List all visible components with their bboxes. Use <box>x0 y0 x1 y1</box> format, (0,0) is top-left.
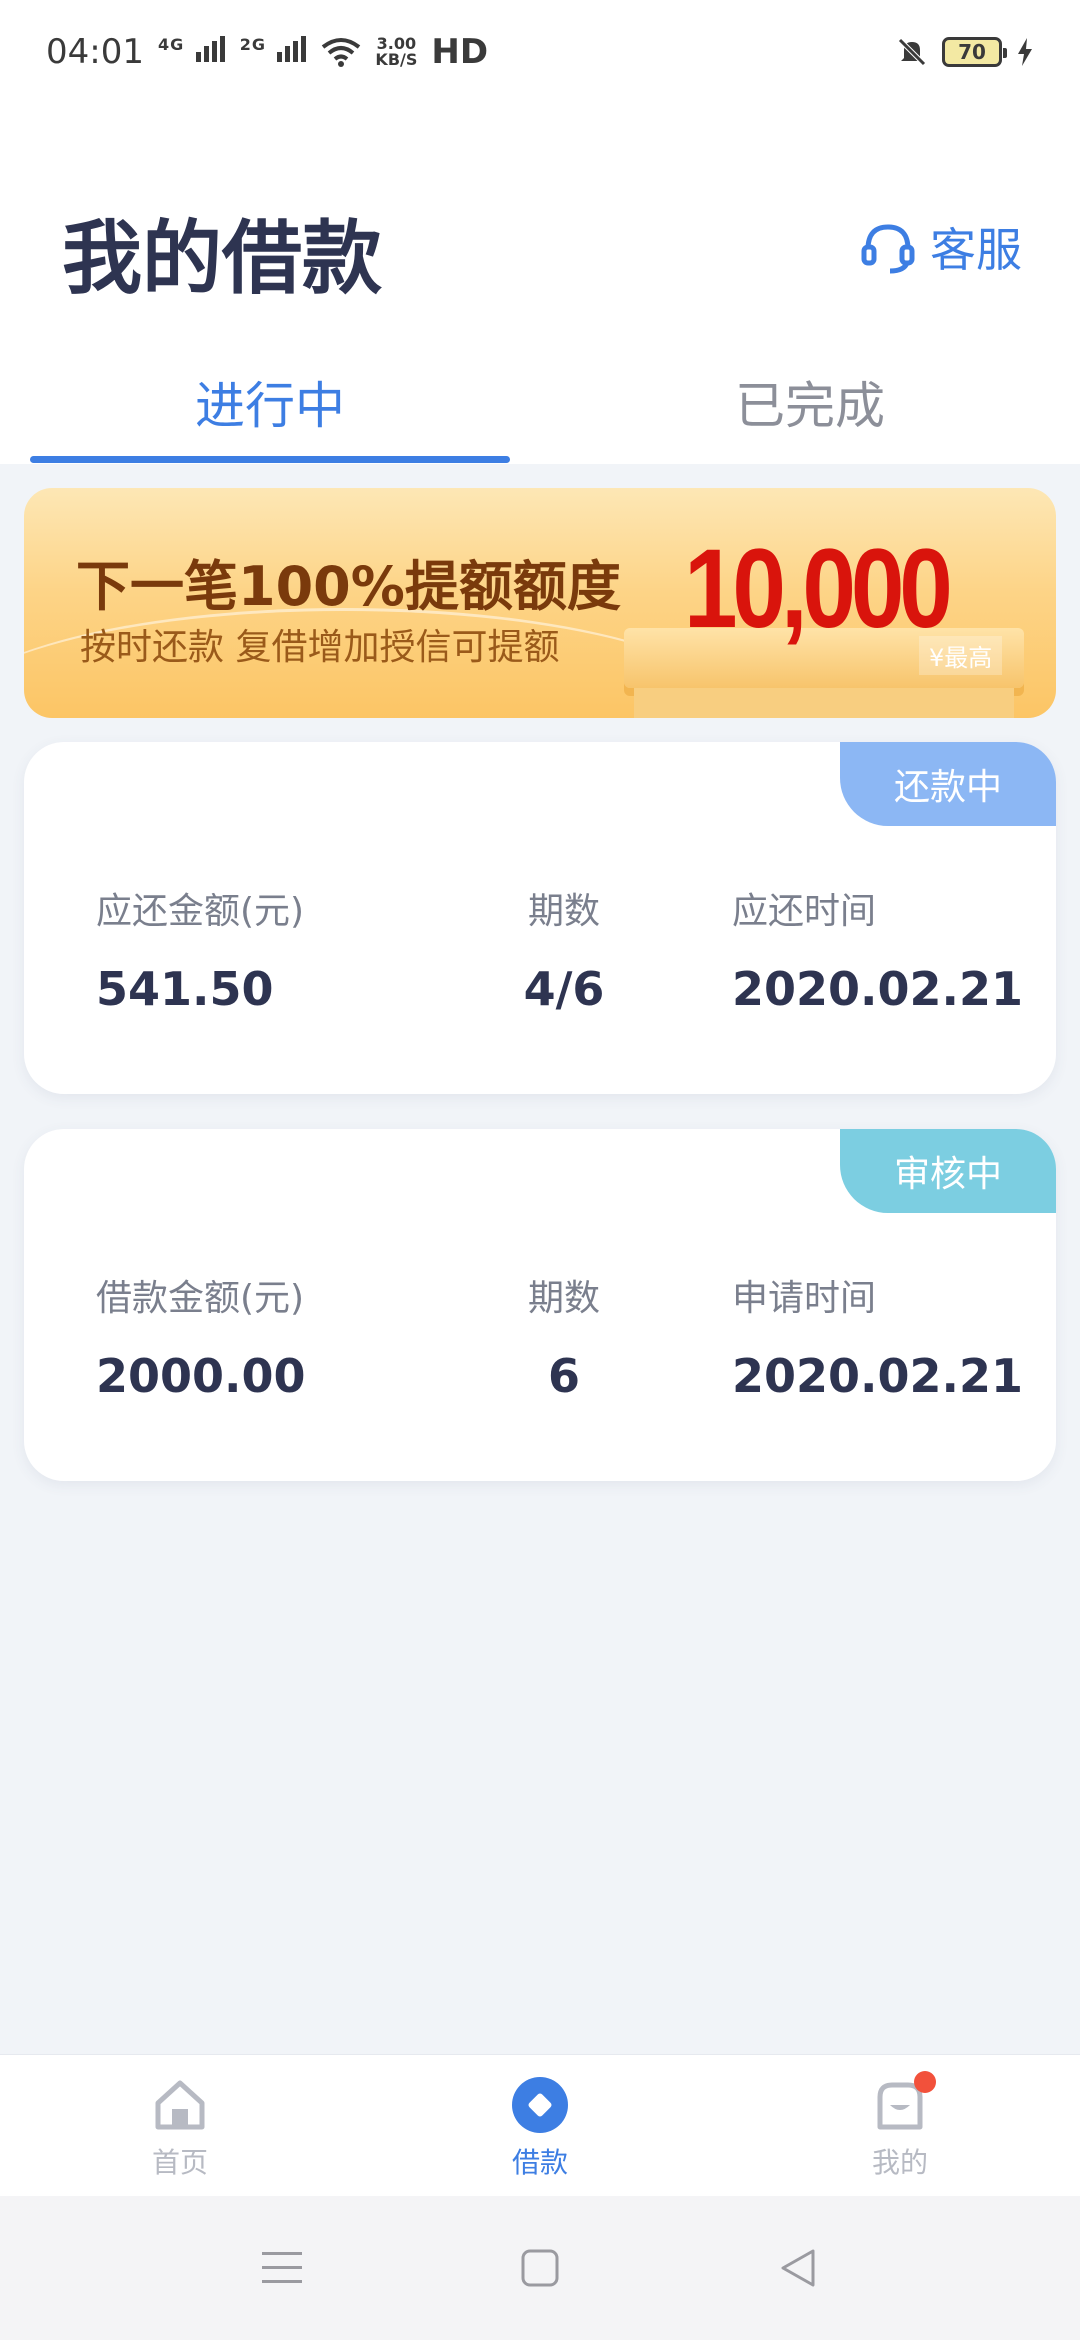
nav-label: 首页 <box>151 2146 208 2179</box>
tab-completed-label: 已完成 <box>735 377 885 435</box>
active-tab-indicator <box>30 456 510 463</box>
loan-card-reviewing[interactable]: 审核中 借款金额(元) 2000.00 期数 6 申请时间 2020.02.21 <box>24 1129 1056 1481</box>
menu-icon[interactable] <box>250 2236 314 2300</box>
customer-service-label: 客服 <box>930 223 1022 277</box>
tab-completed[interactable]: 已完成 <box>540 344 1080 464</box>
banner-pedestal-base <box>634 688 1014 718</box>
page-header: 我的借款 客服 进行中 已完成 <box>0 104 1080 464</box>
network-speed: 3.00 KB/S <box>375 34 418 69</box>
network-4g-indicator: 4G <box>158 35 226 70</box>
wifi-icon <box>322 38 361 67</box>
bottom-nav: 首页 借款 我的 <box>0 2054 1080 2196</box>
nav-item-loan[interactable]: 借款 <box>440 2055 640 2197</box>
signal-icon <box>195 35 225 62</box>
status-badge: 审核中 <box>840 1129 1056 1213</box>
banner-amount: 10,000 <box>684 526 953 651</box>
field-value: 4/6 <box>523 962 605 1016</box>
customer-service-button[interactable]: 客服 <box>860 214 1022 280</box>
banner-title: 下一笔100%提额额度 <box>76 555 621 618</box>
nav-label: 我的 <box>871 2146 928 2179</box>
back-triangle-icon[interactable] <box>766 2236 830 2300</box>
home-icon <box>155 2080 205 2130</box>
battery-indicator: 70 <box>942 37 1007 67</box>
loan-field-amount: 借款金额(元) 2000.00 <box>96 1269 306 1403</box>
hd-indicator: HD <box>431 32 489 72</box>
field-value: 6 <box>547 1349 580 1403</box>
loan-field-amount: 应还金额(元) 541.50 <box>96 882 304 1016</box>
loan-field-date: 申请时间 2020.02.21 <box>732 1269 1023 1403</box>
status-time: 04:01 <box>46 32 144 72</box>
credit-limit-banner[interactable]: 下一笔100%提额额度 按时还款 复借增加授信可提额 10,000 ¥最高 <box>24 488 1056 718</box>
field-label: 应还金额(元) <box>96 891 305 932</box>
notification-dot <box>914 2071 936 2093</box>
field-label: 申请时间 <box>732 1278 877 1319</box>
field-value: 2020.02.21 <box>732 1349 1024 1403</box>
field-label: 应还时间 <box>732 891 877 932</box>
loan-field-periods: 期数 4/6 <box>504 882 624 1016</box>
loan-card-repaying[interactable]: 还款中 应还金额(元) 541.50 期数 4/6 应还时间 2020.02.2… <box>24 742 1056 1094</box>
home-square-icon[interactable] <box>508 2236 572 2300</box>
banner-max-label: ¥最高 <box>919 636 1003 675</box>
banner-subtitle: 按时还款 复借增加授信可提额 <box>80 627 560 668</box>
page-title: 我的借款 <box>62 212 382 305</box>
loan-icon <box>512 2077 568 2133</box>
tab-in-progress[interactable]: 进行中 <box>0 344 540 464</box>
system-nav-bar <box>0 2196 1080 2340</box>
nav-item-mine[interactable]: 我的 <box>800 2055 1000 2197</box>
mute-bell-icon <box>898 38 926 66</box>
field-value: 541.50 <box>96 962 274 1016</box>
nav-label: 借款 <box>511 2146 568 2179</box>
charging-icon <box>1018 38 1032 66</box>
field-value: 2020.02.21 <box>732 962 1024 1016</box>
network-2g-indicator: 2G <box>240 35 308 70</box>
field-value: 2000.00 <box>96 1349 306 1403</box>
status-badge: 还款中 <box>840 742 1056 826</box>
field-label: 借款金额(元) <box>96 1278 305 1319</box>
loan-field-periods: 期数 6 <box>504 1269 624 1403</box>
headset-icon <box>861 224 915 274</box>
field-label: 期数 <box>527 891 600 932</box>
tab-in-progress-label: 进行中 <box>195 377 345 435</box>
tab-bar: 进行中 已完成 <box>0 344 1080 464</box>
nav-item-home[interactable]: 首页 <box>80 2055 280 2197</box>
loan-field-date: 应还时间 2020.02.21 <box>732 882 1023 1016</box>
status-bar: 04:01 4G 2G 3.00 KB/S HD 70 <box>0 0 1080 104</box>
field-label: 期数 <box>527 1278 600 1319</box>
signal-icon <box>277 35 307 62</box>
